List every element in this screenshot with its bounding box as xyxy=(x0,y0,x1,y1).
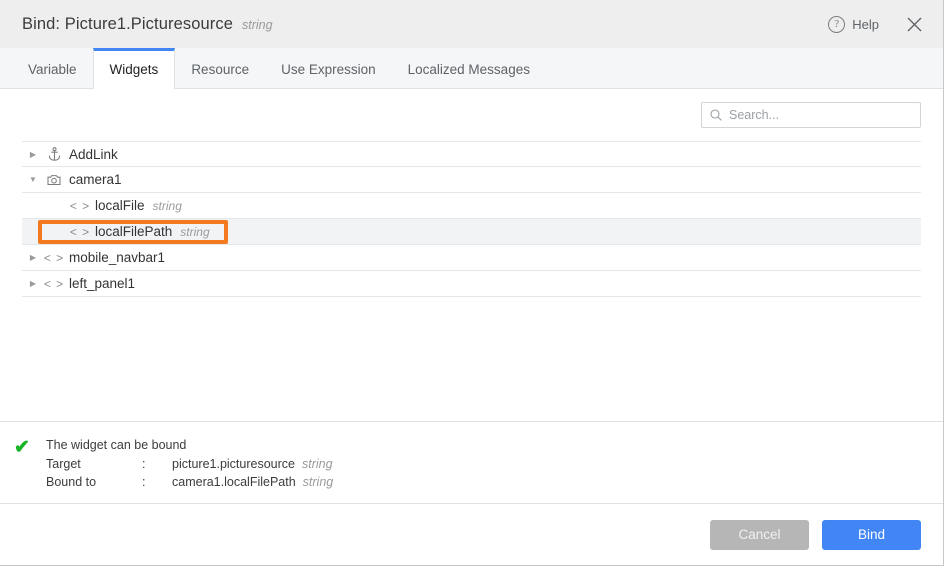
tree-node-label: mobile_navbar1 xyxy=(69,250,165,265)
binding-bound-value: camera1.localFilePath string xyxy=(172,473,333,491)
binding-bound-key: Bound to xyxy=(46,473,142,491)
tree-node-label: camera1 xyxy=(69,172,122,187)
binding-status-message: The widget can be bound xyxy=(46,436,333,454)
dialog-footer: Cancel Bind xyxy=(0,504,943,565)
chevron-right-icon[interactable]: ▶ xyxy=(22,150,44,159)
binding-info-panel: ✔ The widget can be bound Target : pictu… xyxy=(0,421,943,504)
bind-dialog: Bind: Picture1.Picturesource string ? He… xyxy=(0,0,944,566)
help-label: Help xyxy=(852,17,879,32)
tree-node-type: string xyxy=(180,225,209,239)
chevron-down-icon[interactable]: ▼ xyxy=(22,175,44,184)
tree-node-label: localFilePath xyxy=(95,224,172,239)
page-title-type: string xyxy=(242,18,273,32)
tree-row-addlink[interactable]: ▶ AddLink xyxy=(22,141,921,167)
tree-node-label: AddLink xyxy=(69,147,118,162)
widget-tree: ▶ AddLink ▼ camera1 xyxy=(0,141,943,421)
close-icon xyxy=(906,16,923,33)
close-button[interactable] xyxy=(899,9,929,39)
search-icon xyxy=(710,109,722,121)
binding-info-lines: The widget can be bound Target : picture… xyxy=(46,436,333,491)
dialog-titlebar: Bind: Picture1.Picturesource string ? He… xyxy=(0,0,943,48)
binding-bound-colon: : xyxy=(142,473,172,491)
binding-bound-path: camera1.localFilePath xyxy=(172,475,296,489)
code-brackets-icon: < > xyxy=(70,199,90,213)
chevron-right-icon[interactable]: ▶ xyxy=(22,253,44,262)
search-box[interactable] xyxy=(701,102,921,128)
tab-widgets[interactable]: Widgets xyxy=(93,48,176,89)
question-mark-circle-icon: ? xyxy=(828,16,845,33)
bind-button[interactable]: Bind xyxy=(822,520,921,550)
tab-use-expression[interactable]: Use Expression xyxy=(265,48,392,88)
tree-row-mobile-navbar1[interactable]: ▶ < > mobile_navbar1 xyxy=(22,245,921,271)
tab-bar: Variable Widgets Resource Use Expression… xyxy=(0,48,943,89)
tree-row-localfilepath[interactable]: ▶ < > localFilePath string xyxy=(22,219,921,245)
camera-icon xyxy=(44,174,64,186)
tree-row-left-panel1[interactable]: ▶ < > left_panel1 xyxy=(22,271,921,297)
code-brackets-icon: < > xyxy=(44,277,64,291)
binding-target-colon: : xyxy=(142,455,172,473)
tree-row-camera1[interactable]: ▼ camera1 xyxy=(22,167,921,193)
binding-target-value: picture1.picturesource string xyxy=(172,455,333,473)
tab-localized-messages[interactable]: Localized Messages xyxy=(392,48,546,88)
tree-node-type: string xyxy=(153,199,182,213)
tree-node-label: left_panel1 xyxy=(69,276,135,291)
anchor-icon xyxy=(44,147,64,161)
cancel-button[interactable]: Cancel xyxy=(710,520,809,550)
tree-node-label: localFile xyxy=(95,198,145,213)
binding-target-type: string xyxy=(302,457,333,471)
code-brackets-icon: < > xyxy=(44,251,64,265)
binding-target-key: Target xyxy=(46,455,142,473)
tree-row-localfile[interactable]: ▶ < > localFile string xyxy=(22,193,921,219)
binding-target-path: picture1.picturesource xyxy=(172,457,295,471)
tab-resource[interactable]: Resource xyxy=(175,48,265,88)
search-input[interactable] xyxy=(729,108,912,122)
binding-bound-type: string xyxy=(303,475,334,489)
binding-target-row: Target : picture1.picturesource string xyxy=(46,455,333,473)
binding-bound-row: Bound to : camera1.localFilePath string xyxy=(46,473,333,491)
code-brackets-icon: < > xyxy=(70,225,90,239)
page-title: Bind: Picture1.Picturesource xyxy=(22,15,233,34)
chevron-right-icon[interactable]: ▶ xyxy=(22,279,44,288)
tab-variable[interactable]: Variable xyxy=(12,48,93,88)
green-check-icon: ✔ xyxy=(14,436,46,457)
help-button[interactable]: ? Help xyxy=(822,12,885,37)
search-bar xyxy=(0,89,943,141)
